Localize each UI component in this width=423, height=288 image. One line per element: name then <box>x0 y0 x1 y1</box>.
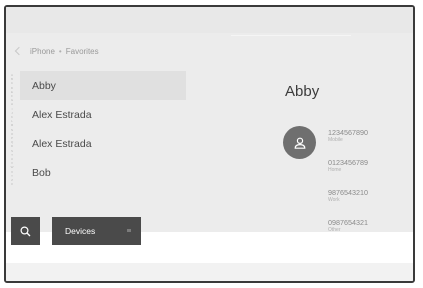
phone-number: 0123456789 <box>328 158 368 167</box>
avatar <box>283 126 316 159</box>
list-item[interactable]: Abby <box>20 71 186 100</box>
person-icon <box>294 137 305 149</box>
breadcrumb-separator: • <box>58 46 62 56</box>
phone-number-entry[interactable]: 1234567890 Mobile <box>328 128 408 158</box>
contact-name: Alex Estrada <box>32 108 92 121</box>
chevron-left-icon[interactable] <box>14 46 24 56</box>
search-icon <box>20 225 31 236</box>
display-frame: iPhone • Favorites ABCDEFGHIJKLMNOPQRSTU… <box>4 5 415 283</box>
phone-number-entry[interactable]: 9876543210 Work <box>328 188 408 218</box>
search-button[interactable] <box>11 217 40 245</box>
contact-list: Abby Alex Estrada Alex Estrada Bob <box>20 71 186 187</box>
phone-number: 1234567890 <box>328 128 368 137</box>
list-item[interactable]: Alex Estrada <box>20 100 186 129</box>
devices-button[interactable]: Devices <box>52 217 141 245</box>
bottom-strip <box>6 263 413 281</box>
breadcrumb: iPhone • Favorites <box>14 44 99 58</box>
devices-label: Devices <box>65 226 96 236</box>
top-bar <box>6 7 413 33</box>
phone-number-list: 1234567890 Mobile 0123456789 Home 987654… <box>328 128 408 248</box>
alphabet-index[interactable]: A B C D E F G H I J K L M N O P Q R S T U V W X Y Z # <box>9 73 15 186</box>
breadcrumb-section: Favorites <box>65 46 99 56</box>
contact-name: Abby <box>32 79 56 92</box>
phone-number-type: Work <box>328 197 340 203</box>
phone-number-type: Mobile <box>328 137 343 143</box>
phone-number: 0987654321 <box>328 218 368 227</box>
breadcrumb-source[interactable]: iPhone <box>30 47 55 56</box>
phone-number-type: Home <box>328 167 342 173</box>
detail-contact-name: Abby <box>285 83 320 100</box>
phone-number-type: Other <box>328 227 341 233</box>
devices-indicator <box>127 229 131 232</box>
phone-screen: iPhone • Favorites ABCDEFGHIJKLMNOPQRSTU… <box>6 7 413 245</box>
contact-name: Bob <box>32 166 51 179</box>
contact-name: Alex Estrada <box>32 137 92 150</box>
phone-number-entry[interactable]: 0987654321 Other <box>328 218 408 248</box>
phone-number-entry[interactable]: 0123456789 Home <box>328 158 408 188</box>
list-item[interactable]: Bob <box>20 158 186 187</box>
phone-number: 9876543210 <box>328 188 368 197</box>
top-bar-highlight <box>231 35 351 36</box>
list-item[interactable]: Alex Estrada <box>20 129 186 158</box>
alphabet-index-letter[interactable]: # <box>11 182 13 186</box>
